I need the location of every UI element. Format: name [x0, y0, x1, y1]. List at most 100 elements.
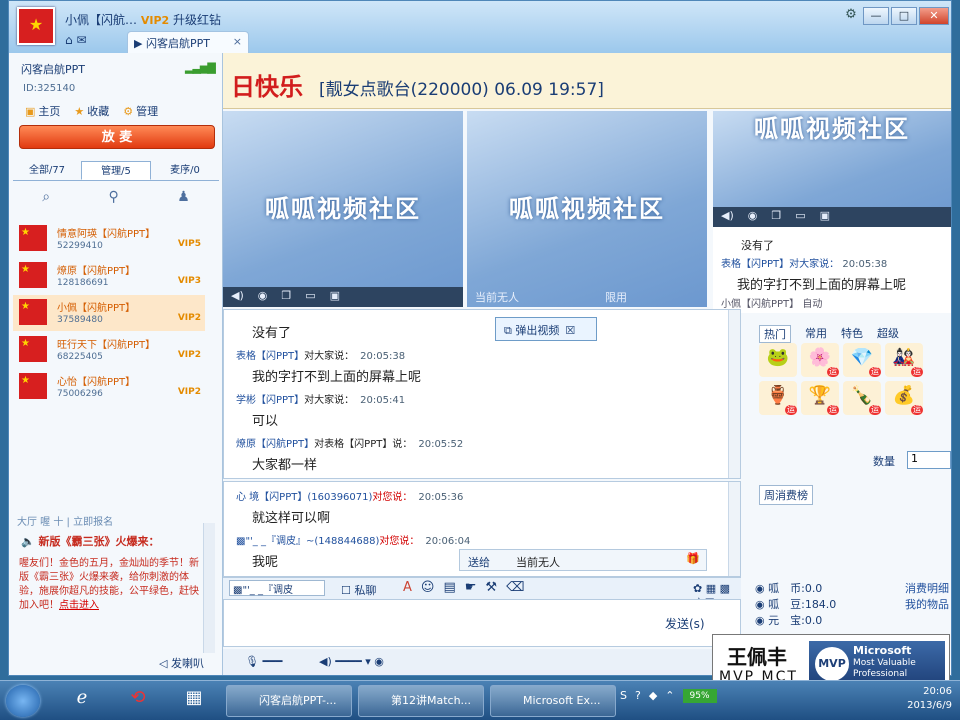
hammer-icon[interactable]: ⚒	[485, 580, 497, 595]
office-icon[interactable]: ▦	[178, 687, 210, 715]
shield-icon[interactable]: ◆	[649, 689, 657, 703]
add-user-icon[interactable]: ♟	[177, 189, 190, 205]
hand-icon[interactable]: ☛	[465, 580, 477, 595]
mail-icon[interactable]: ✉	[76, 33, 86, 47]
list-item[interactable]: ★ 心怡【闪航PPT】 75006296 VIP2	[13, 369, 205, 405]
private-checkbox[interactable]: ☐ 私聊	[341, 582, 376, 598]
sender[interactable]: 心 境【闪PPT】(160396071)	[236, 492, 372, 503]
photo-icon[interactable]: ▣	[330, 289, 340, 302]
ad-scrollbar[interactable]	[203, 523, 215, 653]
camera-icon[interactable]: ◉	[748, 209, 758, 222]
gem-gift-icon[interactable]: 💎 运	[843, 343, 881, 377]
upgrade-link[interactable]: 升级红钻	[173, 13, 221, 27]
s-icon[interactable]: S	[620, 689, 627, 703]
system-tray: S? ◆ ⌃ 95%	[620, 689, 717, 703]
manage-link[interactable]: ⚙ 管理	[123, 103, 158, 119]
search-icon[interactable]: ⌕	[42, 189, 50, 205]
bean-icon: ◉	[755, 598, 769, 611]
gift-icon[interactable]: 🎁	[686, 552, 700, 565]
tab-super[interactable]: 超级	[877, 325, 899, 343]
font-color-icon[interactable]: A	[403, 580, 412, 595]
home-icon[interactable]: ⌂	[65, 33, 73, 47]
weekly-rank-tab[interactable]: 周消费榜	[759, 485, 813, 505]
my-items-link[interactable]: 我的物品	[905, 597, 949, 613]
up-arrow-icon[interactable]: ⌃	[665, 689, 674, 703]
list-item[interactable]: ★ 小佩【闪航PPT】 37589480 VIP2	[13, 295, 205, 331]
screen-icon[interactable]: ▭	[305, 289, 315, 302]
consume-detail-link[interactable]: 消费明细	[905, 581, 949, 597]
chat-scrollbar[interactable]	[728, 482, 740, 576]
close-tab-icon[interactable]: ×	[233, 35, 242, 48]
favorite-link[interactable]: ★ 收藏	[74, 103, 109, 119]
list-item[interactable]: ★ 燎原【闪航PPT】 128186691 VIP3	[13, 258, 205, 294]
home-link[interactable]: ▣ 主页	[25, 103, 60, 119]
member-list: ★ 情意阿瑛【闪航PPT】 52299410 VIP5 ★ 燎原【闪航PPT】 12818…	[13, 221, 205, 406]
start-button[interactable]	[6, 685, 40, 717]
frog-gift-icon[interactable]: 🐸	[759, 343, 797, 377]
task-button[interactable]: 第12讲Match...	[358, 685, 484, 717]
window-icon[interactable]: ❐	[281, 289, 291, 302]
tab-manage[interactable]: 管理/5	[81, 161, 151, 180]
window-icon[interactable]: ❐	[771, 209, 781, 222]
gift-recipient[interactable]: 送给 当前无人 🎁	[459, 549, 707, 571]
maximize-button[interactable]: □	[891, 7, 917, 25]
photo-icon[interactable]: ▣	[820, 209, 830, 222]
tab-queue[interactable]: 麦序/0	[151, 161, 219, 180]
gear-icon[interactable]: ⚙	[841, 7, 861, 25]
screen-icon[interactable]: ▭	[795, 209, 805, 222]
release-mic-button[interactable]: 放 麦	[19, 125, 215, 149]
minimize-button[interactable]: —	[863, 7, 889, 25]
send-button[interactable]: 发送(s)	[665, 615, 715, 633]
close-icon[interactable]: ☒	[565, 324, 575, 337]
list-item[interactable]: ★ 旺行天下【闪航PPT】 68225405 VIP2	[13, 332, 205, 368]
font-select[interactable]: ▩"'_ _『调皮	[229, 580, 325, 596]
sender[interactable]: ▩"'_ _『调皮』~(148844688)	[236, 536, 379, 547]
tab-all[interactable]: 全部/77	[13, 161, 81, 180]
cup-gift-icon[interactable]: 🏺 运	[759, 381, 797, 415]
bottle-gift-icon[interactable]: 🍾 运	[843, 381, 881, 415]
popout-video-button[interactable]: ⧉ 弹出视频 ☒	[495, 317, 597, 341]
gift-icon[interactable]: ▤	[443, 580, 455, 595]
flower-gift-icon[interactable]: 🌸 运	[801, 343, 839, 377]
volume-icon[interactable]: ◀) ━━━━ ▾ ◉	[319, 655, 384, 668]
ie-icon[interactable]: ℯ	[66, 687, 98, 715]
volume-icon[interactable]: ◀)	[721, 209, 734, 222]
quantity-select[interactable]: 1	[907, 451, 951, 469]
location-icon[interactable]: ⚲	[109, 189, 119, 205]
help-icon[interactable]: ?	[635, 689, 641, 703]
sender[interactable]: 燎原【闪航PPT】	[236, 439, 314, 450]
sender[interactable]: 学彬【闪PPT】	[236, 395, 304, 406]
flag-icon: ★	[19, 299, 47, 325]
ad-link[interactable]: 点击进入	[59, 600, 99, 611]
clock[interactable]: 20:06 2013/6/9	[907, 685, 952, 713]
broom-icon[interactable]: ⌫	[506, 580, 524, 595]
volume-icon[interactable]: ◀)	[231, 289, 244, 302]
video-panel-2[interactable]: 呱呱视频社区 当前无人 限用	[467, 111, 707, 307]
task-button[interactable]: 闪客启航PPT-...	[226, 685, 352, 717]
tab-hot[interactable]: 热门	[759, 325, 791, 343]
bag-gift-icon[interactable]: 💰 运	[885, 381, 923, 415]
recipient-value: 当前无人	[516, 556, 560, 569]
doll-gift-icon[interactable]: 🎎 运	[885, 343, 923, 377]
video-panel-3[interactable]: 呱呱视频社区 ◀) ◉ ❐ ▭ ▣	[713, 111, 951, 227]
gold-gift-icon[interactable]: 🏆 运	[801, 381, 839, 415]
list-item[interactable]: ★ 情意阿瑛【闪航PPT】 52299410 VIP5	[13, 221, 205, 257]
camera-icon[interactable]: ◉	[258, 289, 268, 302]
audio-bar: 🎙 ━━━ ◀) ━━━━ ▾ ◉	[223, 649, 741, 675]
task-button[interactable]: Microsoft Ex...	[490, 685, 616, 717]
close-button[interactable]: ✕	[919, 7, 949, 25]
speaker-button[interactable]: ◁ 发喇叭	[159, 655, 204, 671]
tab-common[interactable]: 常用	[805, 325, 827, 343]
mic-icon[interactable]: 🎙 ━━━	[245, 655, 282, 668]
video-panel-1[interactable]: 呱呱视频社区 ◀) ◉ ❐ ▭ ▣	[223, 111, 463, 307]
tab-special[interactable]: 特色	[841, 325, 863, 343]
emoji-icon[interactable]: ☺	[421, 580, 435, 595]
sender[interactable]: 表格【闪PPT】	[236, 351, 304, 362]
chat-scrollbar[interactable]	[728, 310, 740, 478]
room-tab[interactable]: ▶ 闪客启航PPT ×	[127, 31, 249, 53]
message-header: 燎原【闪航PPT】对表格【闪PPT】说： 20:05:52	[236, 439, 464, 450]
chat-input[interactable]	[223, 599, 741, 647]
app-icon[interactable]: ⟲	[122, 687, 154, 715]
user-avatar[interactable]: ★	[17, 7, 55, 45]
message-header: 表格【闪PPT】对大家说： 20:05:38	[721, 259, 888, 270]
